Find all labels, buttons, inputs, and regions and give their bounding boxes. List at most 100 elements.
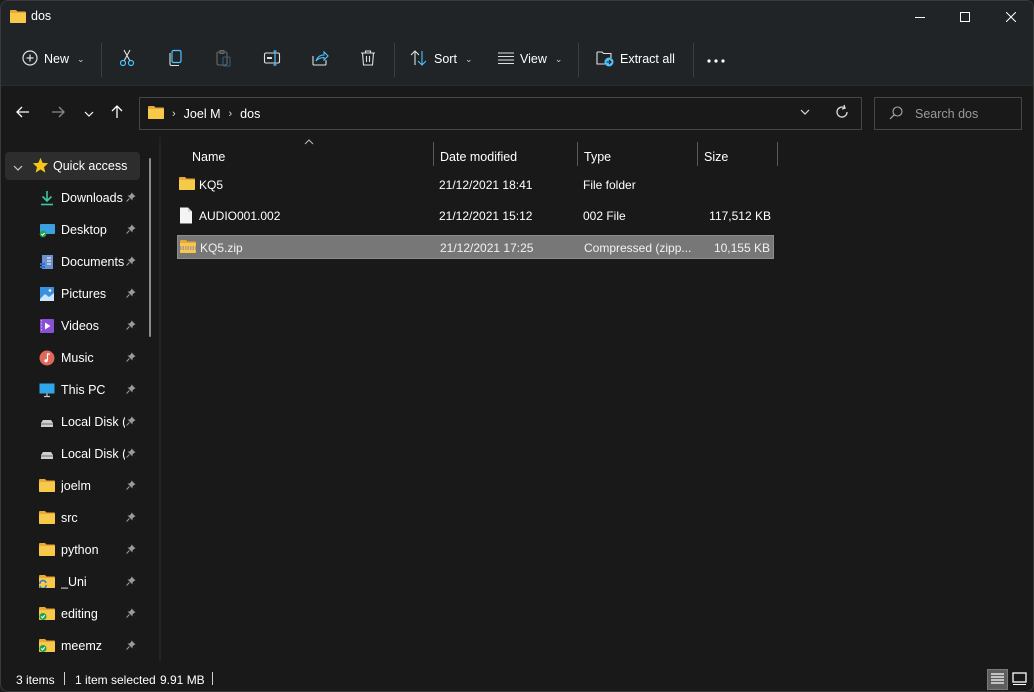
column-header-date[interactable]: Date modified (440, 145, 517, 169)
pin-icon[interactable] (126, 639, 136, 653)
pin-icon[interactable] (126, 607, 136, 621)
chevron-down-icon[interactable] (13, 161, 23, 175)
sidebar-scrollbar[interactable] (149, 158, 151, 337)
sidebar-item-videos[interactable]: Videos (5, 312, 140, 340)
column-divider[interactable] (577, 142, 578, 166)
file-name: KQ5.zip (200, 241, 243, 255)
chevron-down-icon: ⌄ (77, 53, 85, 64)
column-divider[interactable] (697, 142, 698, 166)
column-header-size[interactable]: Size (704, 145, 728, 169)
forward-button[interactable] (46, 101, 70, 125)
delete-button[interactable] (359, 43, 377, 75)
share-icon (311, 49, 329, 70)
window-title: dos (31, 9, 52, 23)
pin-icon[interactable] (126, 287, 136, 301)
folder-synced-icon (39, 638, 55, 654)
file-date: 21/12/2021 17:25 (440, 241, 534, 255)
file-date: 21/12/2021 15:12 (439, 209, 533, 223)
rename-button[interactable] (263, 43, 281, 75)
more-options-button[interactable] (707, 43, 725, 75)
file-row[interactable]: AUDIO001.002 21/12/2021 15:12 002 File 117,… (177, 204, 774, 228)
plus-circle-icon (22, 49, 38, 69)
sort-ascending-icon (304, 137, 314, 147)
documents-icon (39, 254, 55, 270)
close-button[interactable] (988, 1, 1033, 33)
navigation-pane: Quick access Downloads Desktop Documents Pi… (1, 146, 158, 661)
view-button[interactable]: View ⌄ (498, 43, 562, 75)
sidebar-item-this-pc[interactable]: This PC (5, 376, 140, 404)
folder-icon (148, 105, 164, 122)
status-divider (64, 672, 65, 685)
pin-icon[interactable] (126, 543, 136, 557)
breadcrumb-item[interactable]: dos (240, 107, 260, 121)
status-bar: 3 items 1 item selected 9.91 MB (1, 669, 1033, 691)
pin-icon[interactable] (126, 511, 136, 525)
sidebar-label: Local Disk (C:) (61, 415, 125, 429)
sidebar-item-desktop[interactable]: Desktop (5, 216, 140, 244)
maximize-button[interactable] (942, 1, 988, 33)
arrow-right-icon (51, 106, 65, 121)
sidebar-item-downloads[interactable]: Downloads (5, 184, 140, 212)
sidebar-item-meemz[interactable]: meemz (5, 632, 140, 660)
column-divider[interactable] (777, 142, 778, 166)
pin-icon[interactable] (126, 479, 136, 493)
sidebar-item-local-disk-d[interactable]: Local Disk (D:) (5, 440, 140, 468)
file-row[interactable]: KQ5 21/12/2021 18:41 File folder (177, 173, 774, 197)
sidebar-label: editing (61, 607, 98, 621)
sidebar-item-pictures[interactable]: Pictures (5, 280, 140, 308)
extract-all-button[interactable]: Extract all (596, 43, 675, 75)
address-dropdown-button[interactable] (800, 106, 810, 120)
new-button[interactable]: New ⌄ (22, 43, 85, 75)
pin-icon[interactable] (126, 383, 136, 397)
sort-label: Sort (434, 52, 457, 66)
sidebar-item-uni[interactable]: _Uni (5, 568, 140, 596)
address-bar[interactable]: › Joel M › dos (139, 97, 862, 130)
refresh-icon[interactable] (834, 104, 850, 123)
pin-icon[interactable] (126, 319, 136, 333)
divider (101, 43, 102, 77)
column-header-type[interactable]: Type (584, 145, 611, 169)
chevron-down-icon: ⌄ (464, 53, 473, 64)
pin-icon[interactable] (126, 447, 136, 461)
details-view-button[interactable] (987, 669, 1008, 690)
sidebar-item-joelm[interactable]: joelm (5, 472, 140, 500)
music-icon (39, 350, 55, 366)
column-divider[interactable] (433, 142, 434, 166)
cut-button[interactable] (118, 43, 136, 75)
search-input[interactable] (915, 98, 1015, 129)
breadcrumb-item[interactable]: Joel M (184, 107, 221, 121)
sidebar-item-python[interactable]: python (5, 536, 140, 564)
up-button[interactable] (105, 101, 129, 125)
recent-locations-button[interactable] (77, 101, 101, 125)
extract-folder-icon (596, 49, 614, 70)
column-header-name[interactable]: Name (192, 145, 225, 169)
sidebar-item-editing[interactable]: editing (5, 600, 140, 628)
rename-icon (263, 49, 281, 70)
sort-button[interactable]: Sort ⌄ (410, 43, 472, 75)
divider (394, 43, 395, 77)
back-button[interactable] (11, 101, 35, 125)
pin-icon[interactable] (126, 575, 136, 589)
sidebar-item-music[interactable]: Music (5, 344, 140, 372)
copy-button[interactable] (167, 43, 185, 75)
sidebar-label: meemz (61, 639, 102, 653)
file-type: 002 File (583, 209, 626, 223)
paste-button[interactable] (215, 43, 233, 75)
file-row[interactable]: KQ5.zip 21/12/2021 17:25 Compressed (zipp.… (177, 235, 774, 259)
pin-icon[interactable] (126, 415, 136, 429)
pin-icon[interactable] (126, 191, 136, 205)
delete-icon (359, 49, 377, 70)
star-icon (32, 157, 49, 176)
sidebar-item-quick-access[interactable]: Quick access (5, 152, 140, 180)
pin-icon[interactable] (126, 351, 136, 365)
sidebar-item-documents[interactable]: Documents (5, 248, 140, 276)
pin-icon[interactable] (126, 255, 136, 269)
share-button[interactable] (311, 43, 329, 75)
search-box[interactable] (874, 97, 1022, 130)
pin-icon[interactable] (126, 223, 136, 237)
large-icons-view-button[interactable] (1009, 669, 1030, 690)
sidebar-label: This PC (61, 383, 106, 397)
sidebar-item-local-disk-c[interactable]: Local Disk (C:) (5, 408, 140, 436)
minimize-button[interactable] (897, 1, 943, 33)
sidebar-item-src[interactable]: src (5, 504, 140, 532)
